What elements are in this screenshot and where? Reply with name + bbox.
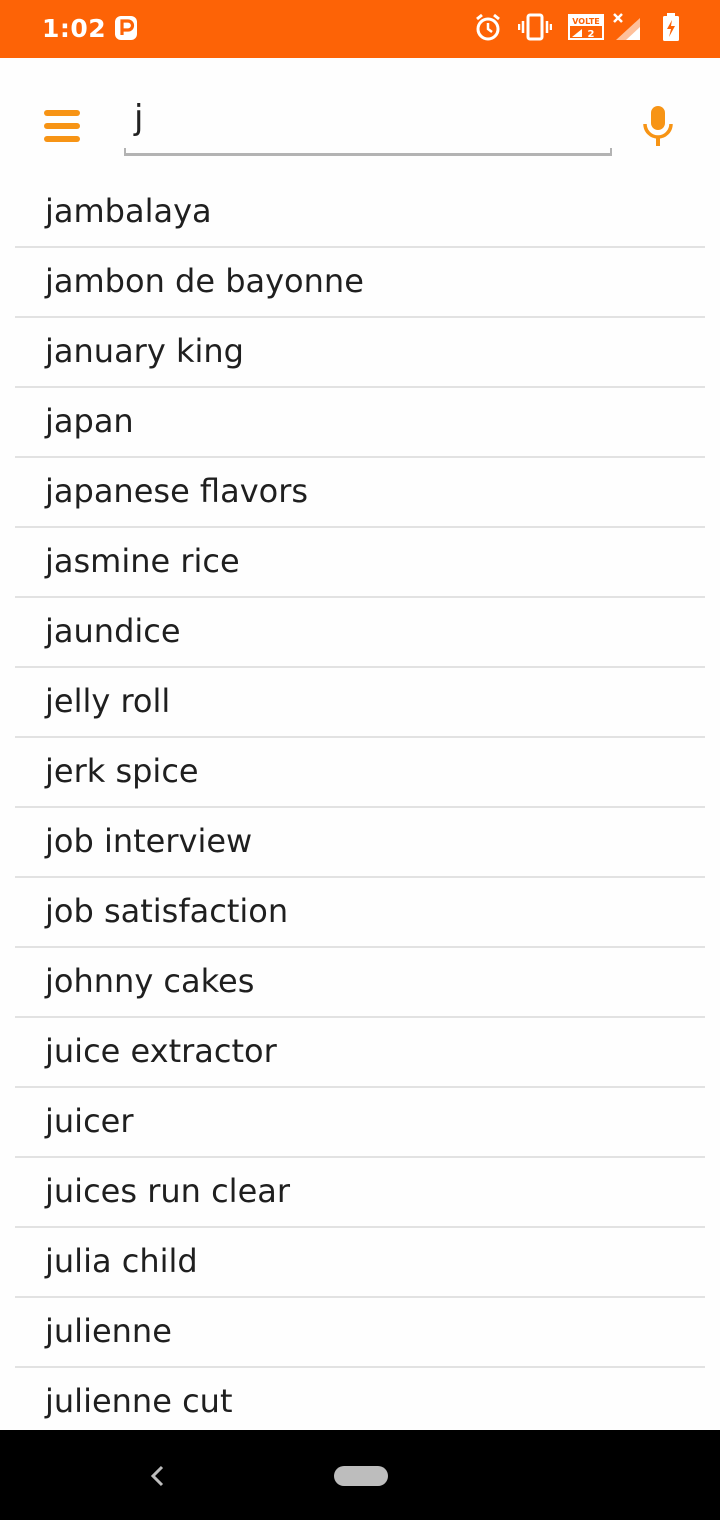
list-item[interactable]: juicer (0, 1088, 720, 1158)
parking-p-icon (115, 16, 137, 40)
list-item[interactable]: job interview (0, 808, 720, 878)
list-item[interactable]: julienne cut (0, 1368, 720, 1430)
suggestion-label: jaundice (45, 612, 181, 650)
list-item[interactable]: japanese flavors (0, 458, 720, 528)
suggestion-label: jerk spice (45, 752, 199, 790)
list-item[interactable]: julienne (0, 1298, 720, 1368)
list-item[interactable]: jerk spice (0, 738, 720, 808)
volte-label: VOLTE (572, 17, 600, 26)
alarm-icon (476, 13, 500, 41)
suggestion-label: january king (45, 332, 244, 370)
list-item[interactable]: job satisfaction (0, 878, 720, 948)
list-item[interactable]: jaundice (0, 598, 720, 668)
list-item[interactable]: juice extractor (0, 1018, 720, 1088)
status-bar: 1:02 VOLTE 2 (0, 0, 720, 58)
search-input[interactable]: j (124, 94, 612, 156)
list-item[interactable]: julia child (0, 1228, 720, 1298)
suggestion-label: jasmine rice (45, 542, 240, 580)
list-item[interactable]: japan (0, 388, 720, 458)
list-item[interactable]: johnny cakes (0, 948, 720, 1018)
suggestion-list: jambalaya jambon de bayonne january king… (0, 178, 720, 1430)
suggestion-label: jambalaya (45, 192, 212, 230)
home-pill-icon[interactable] (334, 1466, 388, 1486)
suggestion-label: jelly roll (45, 682, 171, 720)
suggestion-label: juicer (45, 1102, 134, 1140)
list-item[interactable]: jambalaya (0, 178, 720, 248)
suggestion-label: julienne cut (45, 1382, 233, 1420)
search-toolbar: j (0, 58, 720, 180)
navigation-bar (0, 1430, 720, 1520)
search-underline (124, 148, 612, 156)
hamburger-menu-icon[interactable] (44, 110, 82, 144)
suggestion-label: juice extractor (45, 1032, 277, 1070)
suggestion-label: juices run clear (45, 1172, 291, 1210)
suggestion-label: japanese flavors (45, 472, 309, 510)
suggestion-label: julia child (45, 1242, 198, 1280)
suggestion-label: jambon de bayonne (45, 262, 364, 300)
volte-sim: 2 (588, 29, 595, 40)
suggestion-label: johnny cakes (45, 962, 255, 1000)
signal-no-data-icon (613, 13, 640, 40)
list-item[interactable]: jambon de bayonne (0, 248, 720, 318)
battery-charging-icon (663, 13, 679, 41)
list-item[interactable]: jelly roll (0, 668, 720, 738)
list-item[interactable]: jasmine rice (0, 528, 720, 598)
status-time: 1:02 (42, 14, 107, 43)
suggestion-label: job interview (45, 822, 253, 860)
volte-icon: VOLTE 2 (568, 14, 604, 40)
list-item[interactable]: january king (0, 318, 720, 388)
microphone-icon[interactable] (640, 104, 676, 150)
suggestion-label: julienne (45, 1312, 172, 1350)
search-query-text: j (134, 98, 144, 138)
vibrate-icon (518, 13, 552, 41)
suggestion-label: japan (45, 402, 134, 440)
list-item[interactable]: juices run clear (0, 1158, 720, 1228)
suggestion-label: job satisfaction (45, 892, 289, 930)
back-icon[interactable] (148, 1463, 166, 1489)
